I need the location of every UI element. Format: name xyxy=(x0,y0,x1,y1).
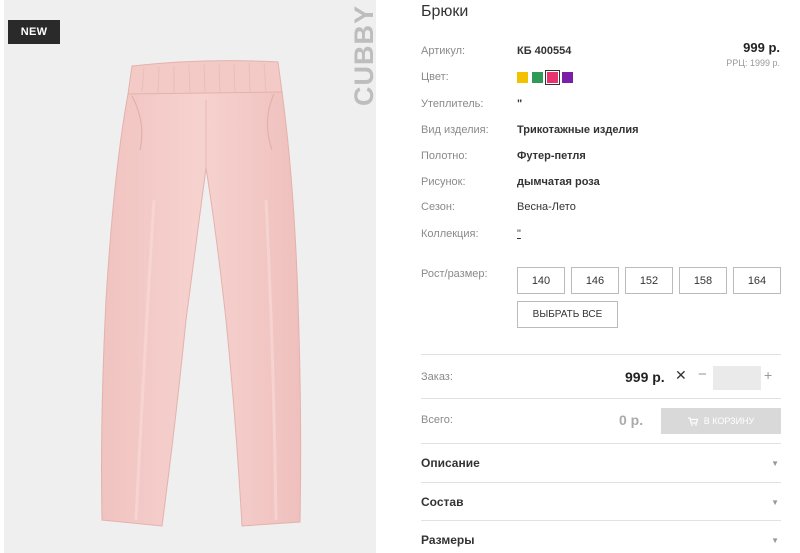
quantity-input[interactable] xyxy=(713,366,761,390)
product-photo[interactable]: NEW CUBBY xyxy=(4,0,376,553)
order-price: 999 р. xyxy=(625,369,665,385)
brand-label: CUBBY xyxy=(329,5,376,124)
attr-value-season: Весна-Лето xyxy=(517,201,576,213)
total-value: 0 р. xyxy=(619,412,644,428)
color-swatch-yellow[interactable] xyxy=(517,72,528,83)
new-badge: NEW xyxy=(8,20,60,44)
color-swatch-pink[interactable] xyxy=(545,70,560,85)
attr-label-pattern: Рисунок: xyxy=(421,176,466,188)
multiply-icon: ✕ xyxy=(675,367,687,383)
accordion-composition[interactable]: Состав ▼ xyxy=(421,492,781,512)
divider xyxy=(421,482,781,483)
select-all-sizes-button[interactable]: ВЫБРАТЬ ВСЕ xyxy=(517,301,618,328)
accordion-composition-label: Состав xyxy=(421,495,464,509)
chevron-down-icon: ▼ xyxy=(771,497,779,507)
attr-label-article: Артикул: xyxy=(421,45,466,57)
accordion-description[interactable]: Описание ▼ xyxy=(421,453,781,473)
accordion-sizes[interactable]: Размеры ▼ xyxy=(421,530,781,550)
attr-value-fabric: Футер-петля xyxy=(517,150,586,162)
attr-label-collection: Коллекция: xyxy=(421,228,479,240)
divider xyxy=(421,520,781,521)
divider xyxy=(421,443,781,444)
chevron-down-icon: ▼ xyxy=(771,535,779,545)
attr-label-color: Цвет: xyxy=(421,71,449,83)
accordion-sizes-label: Размеры xyxy=(421,533,475,547)
attr-value-pattern: дымчатая роза xyxy=(517,176,600,188)
attr-value-article: КБ 400554 xyxy=(517,45,572,57)
size-button-164[interactable]: 164 xyxy=(733,267,781,294)
divider xyxy=(421,354,781,355)
color-swatch-purple[interactable] xyxy=(562,72,573,83)
chevron-down-icon: ▼ xyxy=(771,458,779,468)
attr-value-collection[interactable]: " xyxy=(517,228,521,240)
attr-value-type: Трикотажные изделия xyxy=(517,124,639,136)
attr-label-fabric: Полотно: xyxy=(421,150,468,162)
order-label: Заказ: xyxy=(421,371,453,383)
increase-quantity-button[interactable]: + xyxy=(764,367,772,383)
brand-text: CUBBY xyxy=(349,4,376,106)
decrease-quantity-button[interactable]: − xyxy=(698,366,707,383)
size-label: Рост/размер: xyxy=(421,268,488,280)
size-button-146[interactable]: 146 xyxy=(571,267,619,294)
attr-label-type: Вид изделия: xyxy=(421,124,489,136)
attr-value-insulation: " xyxy=(517,98,523,110)
product-title: Брюки xyxy=(421,3,469,20)
divider xyxy=(421,398,781,399)
accordion-description-label: Описание xyxy=(421,456,480,470)
add-to-cart-label: В КОРЗИНУ xyxy=(703,416,755,426)
attr-label-insulation: Утеплитель: xyxy=(421,98,484,110)
add-to-cart-button[interactable]: В КОРЗИНУ xyxy=(661,408,781,434)
attr-label-season: Сезон: xyxy=(421,201,455,213)
pants-image xyxy=(101,60,302,527)
cart-icon xyxy=(687,416,698,426)
color-swatch-green[interactable] xyxy=(532,72,543,83)
recommended-price: РРЦ: 1999 р. xyxy=(726,58,780,68)
product-price: 999 р. xyxy=(743,40,780,55)
size-button-140[interactable]: 140 xyxy=(517,267,565,294)
total-label: Всего: xyxy=(421,414,453,426)
color-swatches xyxy=(517,70,573,85)
size-button-158[interactable]: 158 xyxy=(679,267,727,294)
size-button-152[interactable]: 152 xyxy=(625,267,673,294)
